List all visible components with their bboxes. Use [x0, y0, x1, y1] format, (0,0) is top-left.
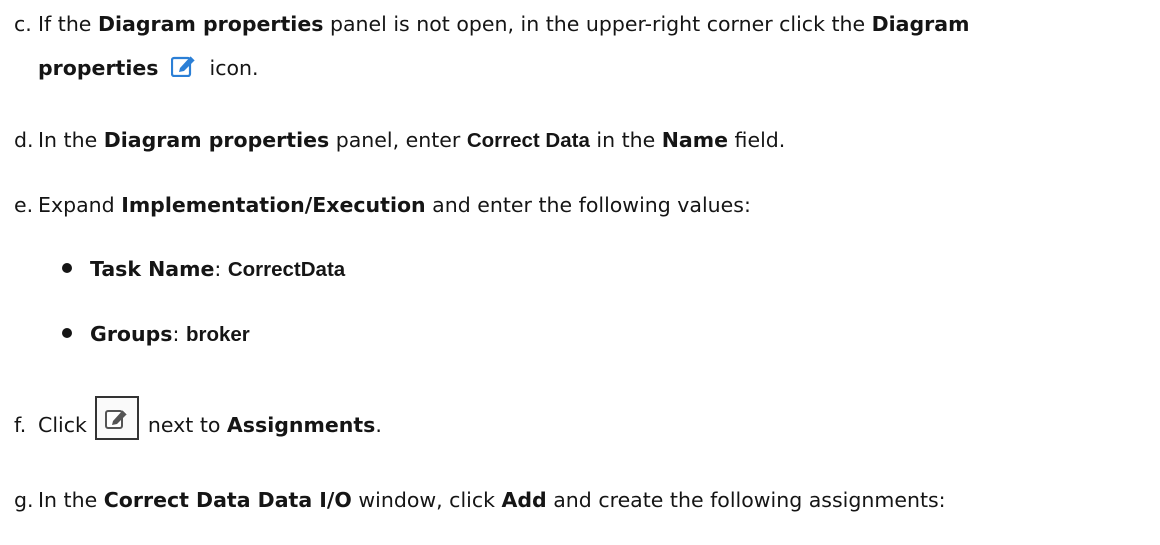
step-text: panel, enter	[329, 128, 467, 152]
step-marker: g.	[14, 488, 34, 512]
step-text: In the	[38, 488, 104, 512]
step-c: c. If the Diagram properties panel is not…	[14, 4, 1154, 44]
bullet-dot	[62, 328, 72, 338]
separator: :	[172, 322, 186, 346]
edit-icon	[105, 409, 128, 429]
step-text: icon.	[203, 56, 259, 80]
assignments-edit-button[interactable]	[95, 396, 140, 440]
ui-term: Implementation/Execution	[121, 193, 426, 217]
step-d: d. In the Diagram properties panel, enter…	[14, 120, 1154, 161]
ui-term: Diagram properties	[103, 128, 330, 152]
step-text: window, click	[351, 488, 502, 512]
field-label: Task Name	[90, 257, 215, 281]
step-e: e. Expand Implementation/Execution and en…	[14, 185, 1154, 225]
ui-term: properties	[38, 56, 159, 80]
step-text: Click	[38, 413, 94, 437]
step-text: field.	[728, 128, 786, 152]
step-text: panel is not open, in the upper-right co…	[323, 12, 872, 36]
step-g: g. In the Correct Data Data I/O window, c…	[14, 480, 1154, 520]
step-text: In the	[38, 128, 104, 152]
step-text: next to	[141, 413, 227, 437]
ui-term: Add	[501, 488, 547, 512]
step-c-continued: properties icon.	[38, 48, 1160, 88]
step-text: .	[375, 413, 382, 437]
bullet-task-name: Task Name: CorrectData	[62, 249, 345, 290]
step-f: f. Click next to Assignments.	[14, 396, 1154, 445]
ui-term: Name	[661, 128, 729, 152]
step-marker: f.	[14, 413, 27, 437]
edit-icon	[170, 50, 197, 78]
step-text: and create the following assignments:	[546, 488, 946, 512]
step-marker: c.	[14, 12, 32, 36]
input-value: Correct Data	[466, 129, 590, 152]
field-value: CorrectData	[227, 258, 346, 281]
step-marker: e.	[14, 193, 34, 217]
step-text: Expand	[38, 193, 122, 217]
field-value: broker	[185, 323, 250, 346]
step-text: If the	[38, 12, 98, 36]
step-marker: d.	[14, 128, 34, 152]
ui-term: Diagram properties	[97, 12, 324, 36]
ui-term: Assignments	[226, 413, 376, 437]
field-label: Groups	[90, 322, 173, 346]
bullet-dot	[62, 263, 72, 273]
separator: :	[214, 257, 228, 281]
step-text: and enter the following values:	[425, 193, 751, 217]
bullet-groups: Groups: broker	[62, 314, 250, 355]
ui-term: Correct Data Data I/O	[103, 488, 352, 512]
ui-term: Diagram	[871, 12, 970, 36]
step-text: in the	[589, 128, 662, 152]
